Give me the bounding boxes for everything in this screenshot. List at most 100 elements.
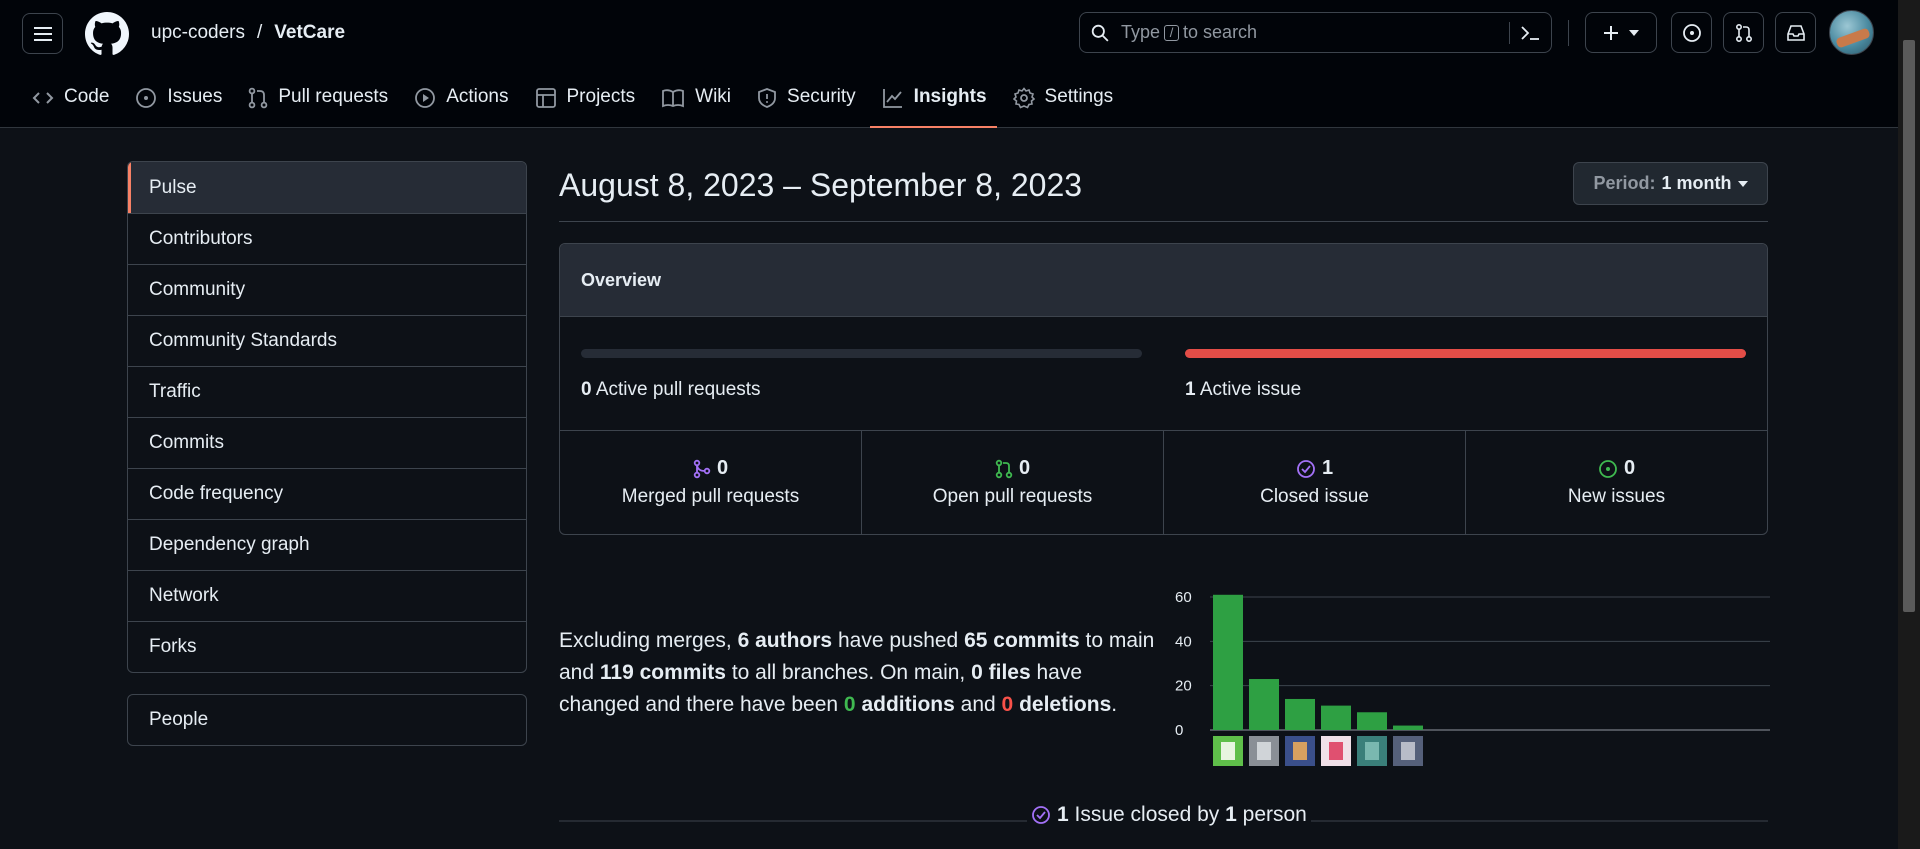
chart-y-tick-label: 40 — [1175, 633, 1192, 650]
chart-bar[interactable] — [1249, 679, 1279, 730]
chart-y-tick-label: 20 — [1175, 678, 1192, 695]
tab-pull-requests-label: Pull requests — [278, 86, 389, 107]
page-scrollbar[interactable] — [1898, 0, 1920, 849]
tab-issues[interactable]: Issues — [123, 74, 232, 128]
period-dropdown[interactable]: Period: 1 month — [1573, 162, 1768, 205]
sidebar-item-people[interactable]: People — [127, 694, 527, 746]
pull-request-icon — [249, 87, 268, 109]
header-divider — [1568, 20, 1569, 46]
avatar[interactable] — [1829, 10, 1874, 55]
active-issues-label: Active issue — [1199, 379, 1302, 400]
breadcrumb-separator: / — [257, 22, 263, 43]
repo-link[interactable]: VetCare — [274, 22, 345, 44]
search-icon — [1091, 24, 1109, 42]
contributor-avatar-detail — [1293, 742, 1307, 760]
stat-closed-label: Closed issue — [1260, 486, 1369, 507]
github-logo-icon[interactable] — [85, 12, 129, 56]
summary-additions-label: additions — [861, 693, 955, 716]
contributor-avatar-detail — [1221, 742, 1235, 760]
code-icon — [32, 92, 54, 104]
contributor-avatar-detail — [1329, 742, 1343, 760]
summary-files[interactable]: 0 files — [971, 661, 1031, 684]
summary-deletions-count: 0 — [1001, 693, 1014, 716]
inbox-button[interactable] — [1775, 12, 1816, 53]
tab-pull-requests[interactable]: Pull requests — [236, 74, 398, 128]
active-prs-text[interactable]: 0 Active pull requests — [581, 379, 761, 401]
sidebar-item-network[interactable]: Network — [128, 570, 526, 621]
chart-y-tick-label: 0 — [1175, 722, 1183, 739]
tab-settings-label: Settings — [1044, 86, 1114, 107]
stat-new-count: 0 — [1623, 457, 1636, 479]
active-issues-bar — [1185, 349, 1746, 358]
menu-button[interactable] — [22, 13, 63, 54]
command-palette-icon[interactable] — [1520, 25, 1540, 41]
tab-wiki[interactable]: Wiki — [649, 74, 741, 128]
sidebar-item-community-standards[interactable]: Community Standards — [128, 315, 526, 366]
stat-open-count: 0 — [1018, 457, 1031, 479]
sidebar-item-forks[interactable]: Forks — [128, 621, 526, 672]
sidebar-item-traffic[interactable]: Traffic — [128, 366, 526, 417]
sidebar-item-dependency-graph[interactable]: Dependency graph — [128, 519, 526, 570]
repo-nav: Code Issues Pull requests Actions Projec… — [20, 74, 1127, 128]
tab-projects[interactable]: Projects — [523, 74, 646, 128]
overview-activity: 0 Active pull requests 1 Active issue — [560, 317, 1767, 431]
issue-icon — [136, 88, 157, 108]
closed-issues-end: person — [1242, 803, 1307, 826]
sidebar-item-contributors[interactable]: Contributors — [128, 213, 526, 264]
chart-bar[interactable] — [1213, 594, 1243, 730]
sidebar-item-pulse[interactable]: Pulse — [128, 162, 526, 213]
create-new-button[interactable] — [1585, 12, 1657, 53]
scrollbar-thumb[interactable] — [1903, 40, 1915, 612]
title-divider — [559, 221, 1768, 222]
summary-commits-main[interactable]: 65 commits — [964, 629, 1080, 652]
tab-security[interactable]: Security — [745, 74, 866, 128]
owner-link[interactable]: upc-coders — [151, 22, 245, 44]
summary-text: Excluding merges, — [559, 629, 732, 652]
global-header: upc-coders / VetCare Type / to search Co… — [0, 0, 1898, 128]
chart-bar[interactable] — [1357, 712, 1387, 730]
tab-actions[interactable]: Actions — [402, 74, 518, 128]
insights-sidebar: Pulse Contributors Community Community S… — [127, 161, 527, 673]
chart-bar[interactable] — [1285, 698, 1315, 730]
commit-summary: Excluding merges, 6 authors have pushed … — [559, 625, 1159, 721]
stat-merged-count: 0 — [716, 457, 729, 479]
issue-closed-icon — [1297, 459, 1315, 478]
sidebar-item-code-frequency[interactable]: Code frequency — [128, 468, 526, 519]
hamburger-icon — [33, 26, 52, 41]
search-placeholder-suffix: to search — [1183, 22, 1258, 42]
closed-issues-count: 1 — [1057, 803, 1069, 826]
stat-closed-issues[interactable]: 1 Closed issue — [1163, 431, 1465, 534]
tab-issues-label: Issues — [167, 86, 223, 107]
tab-insights[interactable]: Insights — [869, 74, 997, 128]
summary-deletions-label: deletions — [1019, 693, 1112, 716]
chart-bar[interactable] — [1321, 705, 1351, 730]
summary-commits-all[interactable]: 119 commits — [600, 661, 726, 684]
stat-open-prs[interactable]: 0 Open pull requests — [861, 431, 1163, 534]
active-issues-count: 1 — [1185, 379, 1196, 400]
period-value: 1 month — [1661, 173, 1732, 193]
tab-wiki-label: Wiki — [695, 86, 732, 107]
sidebar-item-commits[interactable]: Commits — [128, 417, 526, 468]
tab-code-label: Code — [64, 86, 110, 107]
pull-requests-button[interactable] — [1723, 12, 1764, 53]
active-prs-label: Active pull requests — [595, 379, 761, 400]
table-icon — [535, 88, 556, 108]
chart-y-tick-label: 60 — [1175, 589, 1192, 606]
chart-bar[interactable] — [1393, 725, 1423, 730]
search-input[interactable]: Type / to search — [1079, 12, 1552, 53]
tab-settings[interactable]: Settings — [1001, 74, 1124, 128]
sidebar-item-community[interactable]: Community — [128, 264, 526, 315]
book-icon — [662, 89, 685, 108]
search-placeholder-prefix: Type — [1121, 22, 1161, 42]
summary-authors[interactable]: 6 authors — [738, 629, 833, 652]
issues-button[interactable] — [1671, 12, 1712, 53]
contributor-avatar-detail — [1401, 742, 1415, 760]
stat-new-issues[interactable]: 0 New issues — [1465, 431, 1767, 534]
issue-opened-icon — [1682, 23, 1701, 42]
closed-issues-heading[interactable]: 1 Issue closed by 1 person — [1027, 803, 1311, 827]
tab-code[interactable]: Code — [20, 74, 119, 128]
tab-projects-label: Projects — [566, 86, 636, 107]
stat-closed-count: 1 — [1321, 457, 1334, 479]
stat-merged-prs[interactable]: 0 Merged pull requests — [560, 431, 861, 534]
active-issues-text[interactable]: 1 Active issue — [1185, 379, 1301, 401]
